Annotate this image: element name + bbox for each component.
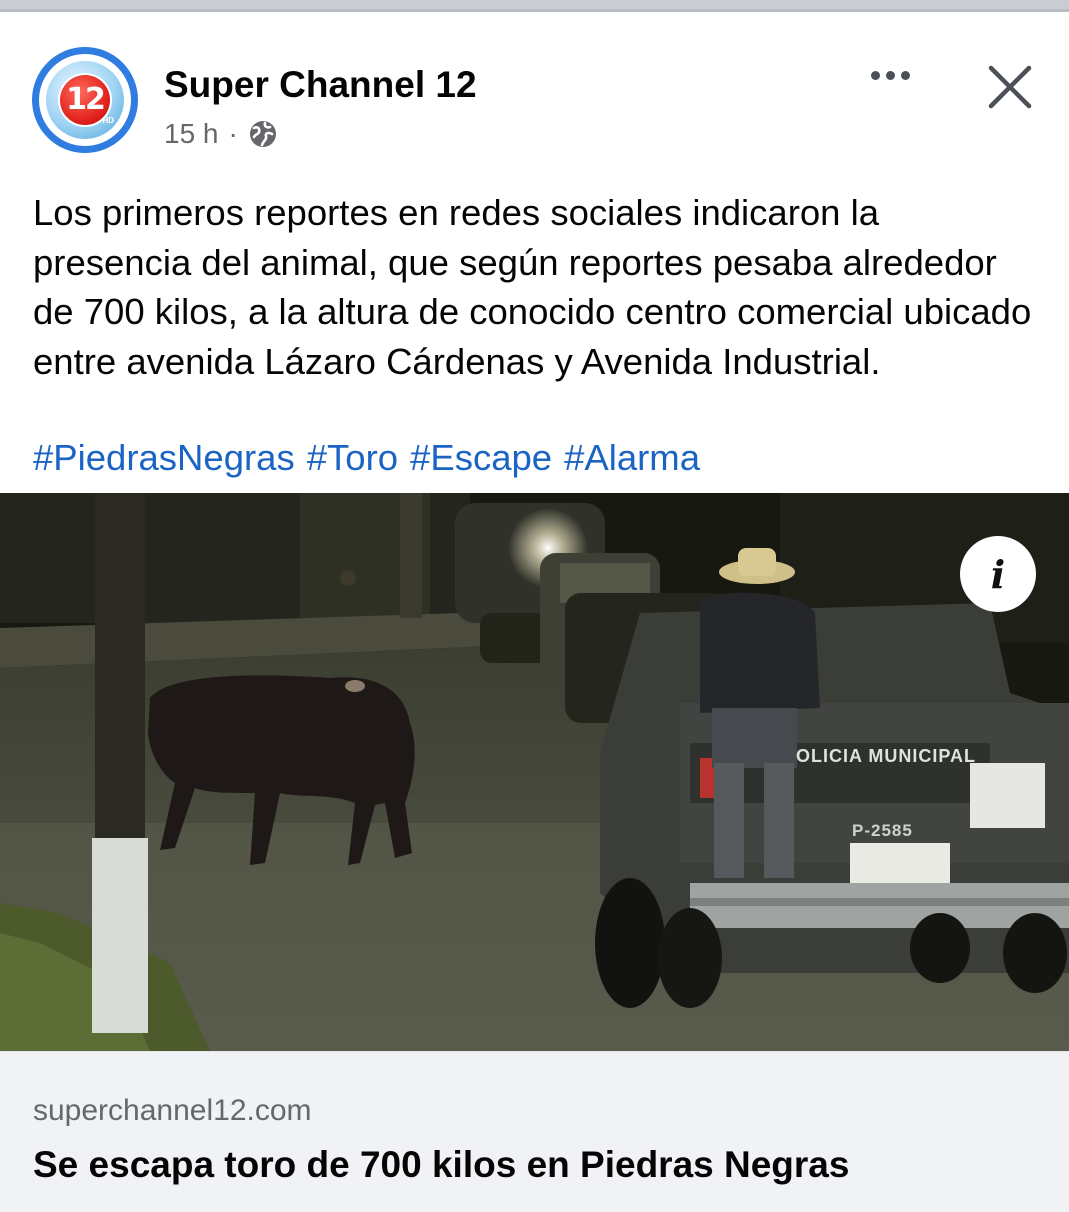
link-preview[interactable]: superchannel12.com Se escapa toro de 700… (0, 1051, 1069, 1212)
post-timestamp[interactable]: 15 h (164, 118, 219, 150)
info-icon[interactable]: i (960, 536, 1036, 612)
hashtag-link[interactable]: #Alarma (564, 433, 700, 483)
page-name-link[interactable]: Super Channel 12 (164, 64, 477, 106)
post-card: 12 HD Super Channel 12 15 h · Los primer… (0, 12, 1069, 1212)
truck-plate-text: P-2585 (852, 821, 913, 840)
link-title[interactable]: Se escapa toro de 700 kilos en Piedras N… (33, 1144, 849, 1186)
more-options-icon[interactable] (862, 60, 918, 90)
link-domain: superchannel12.com (33, 1094, 312, 1127)
close-icon[interactable] (982, 62, 1038, 112)
post-meta: 15 h · (164, 118, 278, 150)
meta-separator: · (228, 118, 238, 149)
hashtag-link[interactable]: #Toro (307, 433, 398, 483)
globe-icon (248, 119, 278, 149)
hashtag-link[interactable]: #Escape (410, 433, 552, 483)
hashtag-list: #PiedrasNegras #Toro #Escape #Alarma (33, 433, 1043, 483)
post-text: Los primeros reportes en redes sociales … (33, 192, 1032, 382)
page-avatar[interactable]: 12 HD (32, 47, 138, 153)
top-divider (0, 0, 1069, 12)
truck-door-text: OLICIA MUNICIPAL (796, 746, 976, 766)
post-photo[interactable]: OLICIA MUNICIPAL P-2585 (0, 493, 1069, 1051)
hashtag-link[interactable]: #PiedrasNegras (33, 433, 295, 483)
avatar-hd-label: HD (102, 116, 114, 125)
